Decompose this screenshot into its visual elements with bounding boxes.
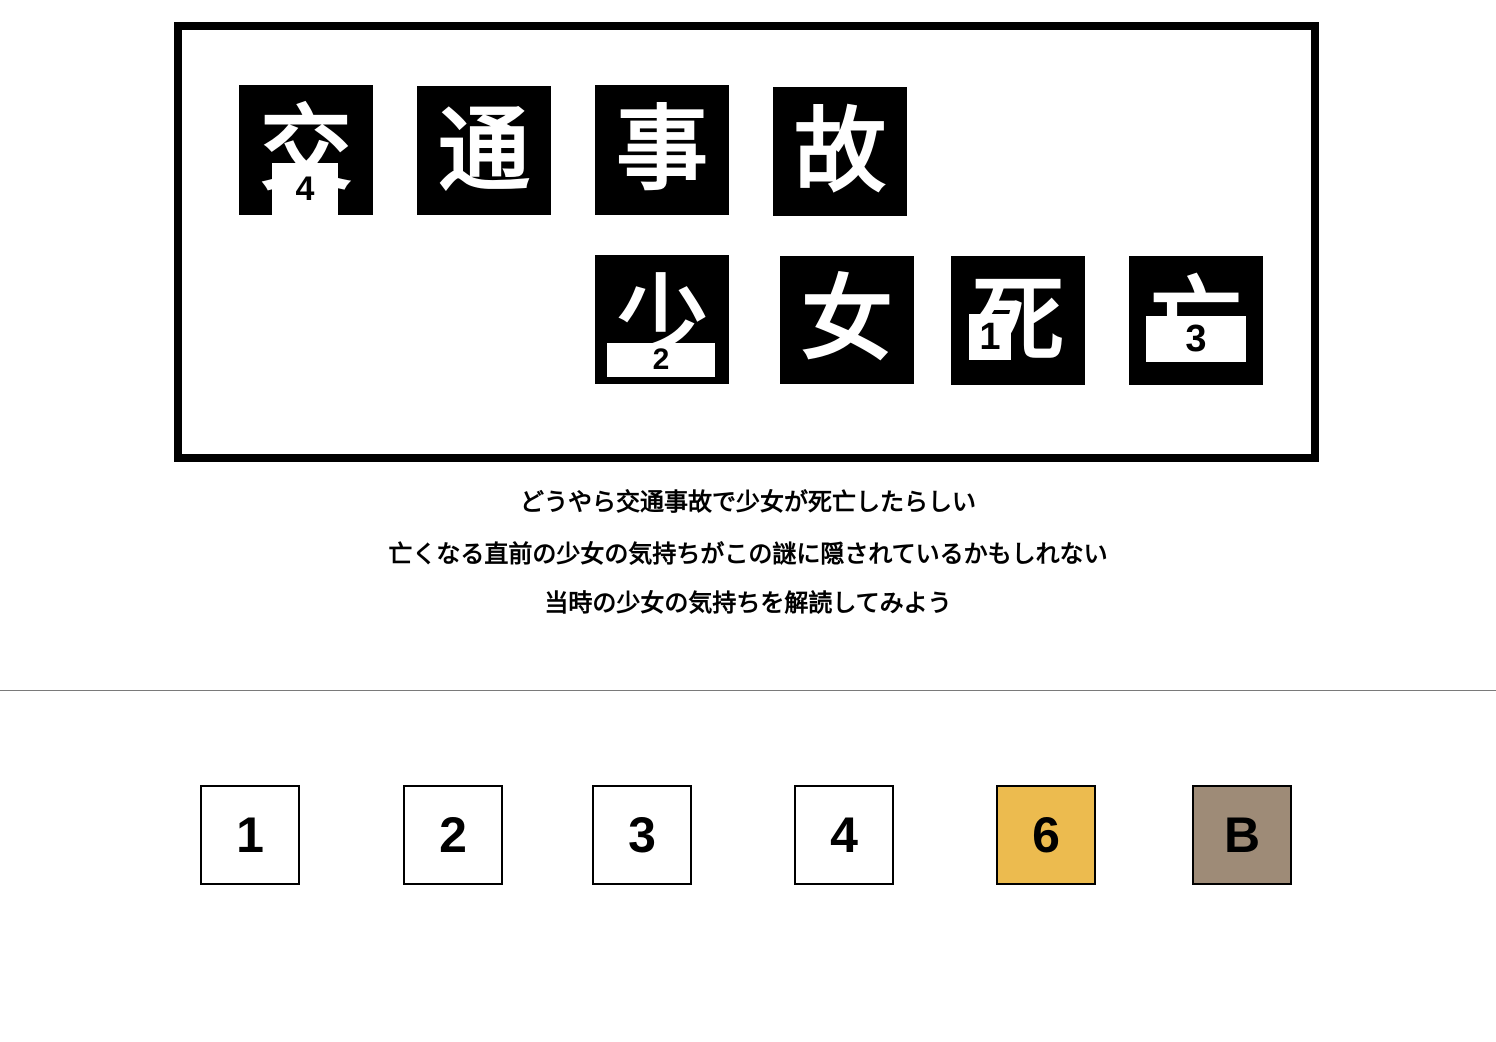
key-label: 6 (1032, 807, 1060, 863)
story-line-3: 当時の少女の気持ちを解読してみよう (544, 589, 952, 617)
answer-key-3[interactable]: 3 (592, 785, 692, 885)
kanji-tile-ji: 事 (595, 85, 729, 215)
kanji-tile-jo: 女 (780, 256, 914, 384)
kanji-tile-tsuu: 通 (417, 86, 551, 215)
key-label: B (1223, 807, 1261, 863)
story-line-1: どうやら交通事故で少女が死亡したらしい (520, 488, 976, 516)
number-patch-3: 3 (1146, 316, 1246, 362)
number-patch-4: 4 (272, 163, 338, 215)
kanji-char: 故 (793, 97, 886, 205)
kanji-tile-shou: 少 2 (595, 255, 729, 384)
divider (0, 690, 1496, 691)
kanji-tile-bou: 亡 3 (1129, 256, 1263, 385)
kanji-tile-ko: 故 (773, 87, 907, 216)
kanji-char: 事 (615, 96, 708, 203)
key-label: 4 (830, 807, 858, 863)
answer-key-b[interactable]: B (1192, 785, 1292, 885)
number-patch-1: 1 (969, 314, 1011, 360)
answer-key-6[interactable]: 6 (996, 785, 1096, 885)
number-patch-2: 2 (607, 343, 715, 377)
key-label: 2 (439, 807, 467, 863)
answer-key-2[interactable]: 2 (403, 785, 503, 885)
kanji-char: 通 (437, 96, 530, 204)
key-label: 3 (628, 807, 656, 863)
kanji-tile-shi: 死 1 (951, 256, 1085, 385)
answer-key-1[interactable]: 1 (200, 785, 300, 885)
key-label: 1 (236, 807, 264, 863)
kanji-tile-kou: 交 4 (239, 85, 373, 215)
story-line-2: 亡くなる直前の少女の気持ちがこの謎に隠されているかもしれない (388, 540, 1108, 568)
answer-key-4[interactable]: 4 (794, 785, 894, 885)
kanji-char: 女 (800, 266, 893, 373)
